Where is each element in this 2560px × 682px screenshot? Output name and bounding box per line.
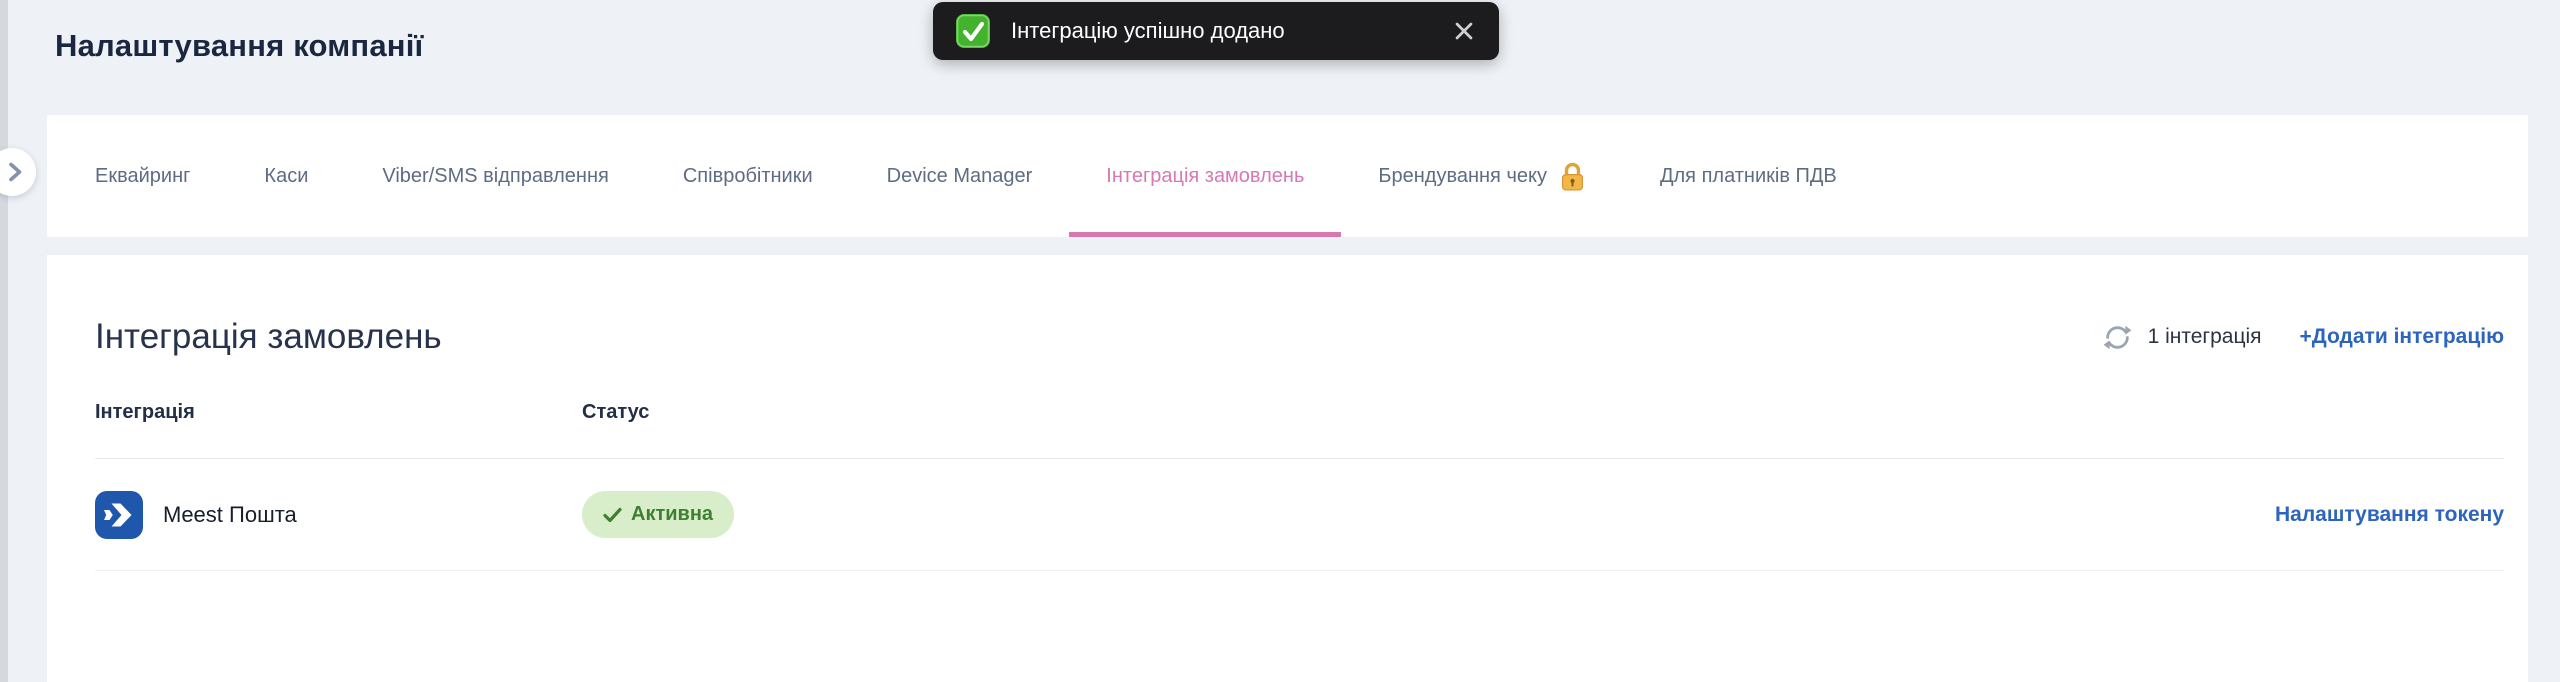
tab-label: Брендування чеку (1378, 164, 1547, 187)
tab-vat-payers[interactable]: Для платників ПДВ (1623, 115, 1874, 237)
status-badge-label: Активна (631, 503, 714, 525)
integration-count: 1 інтеграція (2147, 325, 2262, 348)
meest-logo-icon (95, 490, 143, 539)
status-cell: Активна Налаштування токену (582, 491, 2504, 538)
toast-notification: Інтеграцію успішно додано (933, 2, 1499, 60)
tab-employees[interactable]: Співробітники (646, 115, 850, 237)
table-row: Meest Пошта Активна Налаштування токену (95, 459, 2504, 571)
integration-cell: Meest Пошта (95, 490, 582, 539)
integration-panel: Інтеграція замовлень 1 інтеграція +Додат… (47, 255, 2528, 682)
collapsed-sidebar-edge (0, 0, 8, 682)
check-icon (603, 507, 622, 523)
tab-cash-registers[interactable]: Каси (227, 115, 345, 237)
header-integration: Інтеграція (95, 401, 195, 423)
toast-close-icon[interactable] (1451, 18, 1477, 44)
toast-message: Інтеграцію успішно додано (1011, 18, 1285, 43)
tab-viber-sms[interactable]: Viber/SMS відправлення (345, 115, 645, 237)
token-settings-link[interactable]: Налаштування токену (2275, 503, 2504, 527)
tab-label: Device Manager (886, 164, 1033, 187)
tab-acquiring[interactable]: Еквайринг (58, 115, 227, 237)
sidebar-expand-button[interactable] (0, 148, 36, 196)
add-integration-button[interactable]: +Додати інтеграцію (2300, 325, 2504, 349)
section-header: Інтеграція замовлень 1 інтеграція +Додат… (95, 317, 2504, 357)
lock-icon (1559, 161, 1586, 192)
tab-label: Для платників ПДВ (1659, 164, 1837, 187)
tab-device-manager[interactable]: Device Manager (850, 115, 1070, 237)
tab-order-integration[interactable]: Інтеграція замовлень (1069, 115, 1342, 237)
status-badge: Активна (582, 491, 735, 538)
tab-label: Співробітники (682, 164, 813, 187)
refresh-icon[interactable] (2103, 323, 2132, 352)
tab-label: Еквайринг (95, 164, 191, 187)
section-title: Інтеграція замовлень (95, 317, 442, 356)
chevron-right-icon (6, 161, 24, 183)
header-status: Статус (582, 401, 650, 423)
success-check-icon (955, 13, 991, 49)
tab-label: Viber/SMS відправлення (382, 164, 609, 187)
tab-receipt-branding[interactable]: Брендування чеку (1341, 115, 1623, 237)
table-header-row: Інтеграція Статус (95, 367, 2504, 459)
tab-label: Інтеграція замовлень (1106, 164, 1305, 187)
tab-label: Каси (264, 164, 309, 187)
page-title: Налаштування компанії (55, 28, 424, 63)
section-header-controls: 1 інтеграція +Додати інтеграцію (2103, 323, 2504, 352)
settings-tabbar: Еквайринг Каси Viber/SMS відправлення Сп… (47, 115, 2528, 237)
integration-name: Meest Пошта (163, 501, 297, 527)
